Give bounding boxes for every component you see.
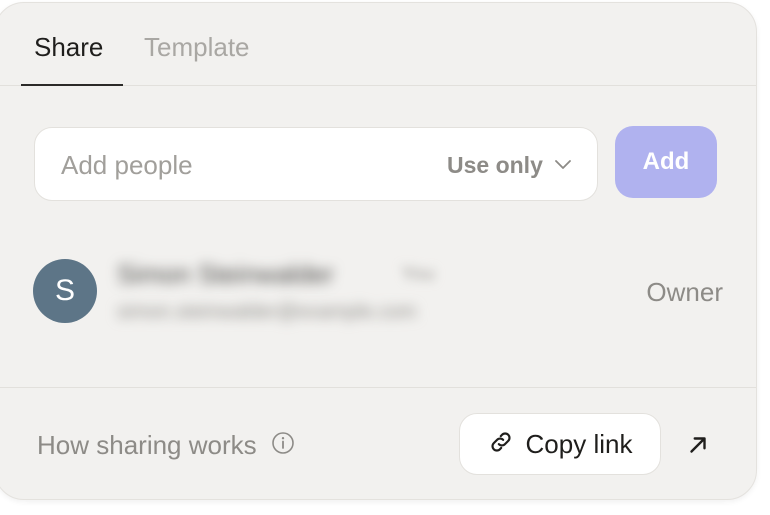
tab-template[interactable]: Template xyxy=(144,30,250,64)
member-role: Owner xyxy=(646,277,723,307)
member-you-tag: You xyxy=(401,263,435,285)
permission-select[interactable]: Use only xyxy=(447,150,571,180)
member-email: simon.steinwalder@example.com xyxy=(117,301,417,323)
member-row: S Simon Steinwalder You simon.steinwalde… xyxy=(33,253,723,333)
permission-label: Use only xyxy=(447,151,543,178)
active-tab-indicator xyxy=(21,84,123,86)
how-sharing-works-link[interactable]: How sharing works xyxy=(37,430,295,461)
add-button[interactable]: Add xyxy=(615,126,717,198)
tab-share[interactable]: Share xyxy=(34,30,103,64)
share-panel: Share Template Use only Add S Simon Stei… xyxy=(0,2,757,500)
info-icon xyxy=(271,431,295,460)
member-name: Simon Steinwalder xyxy=(117,259,334,289)
copy-link-button[interactable]: Copy link xyxy=(459,413,661,475)
add-people-input[interactable] xyxy=(61,148,421,182)
avatar: S xyxy=(33,259,97,323)
link-icon xyxy=(488,429,514,460)
arrow-up-right-icon[interactable] xyxy=(685,432,711,458)
tab-bar: Share Template xyxy=(0,3,756,86)
how-sharing-works-label: How sharing works xyxy=(37,430,257,460)
footer: How sharing works Copy link xyxy=(0,387,756,499)
chevron-down-icon xyxy=(554,160,571,170)
copy-link-label: Copy link xyxy=(525,428,633,459)
invite-field-container: Use only xyxy=(34,127,598,201)
